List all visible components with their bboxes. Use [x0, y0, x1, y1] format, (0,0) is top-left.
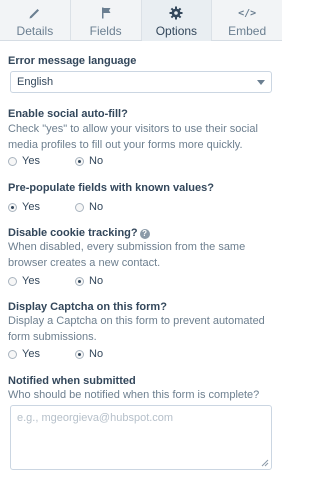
language-select[interactable]: English: [10, 71, 272, 93]
prepopulate-yes[interactable]: Yes: [8, 201, 75, 213]
radio-no[interactable]: [75, 156, 84, 166]
resize-handle-icon[interactable]: [261, 459, 269, 467]
radio-no-label: No: [89, 155, 104, 167]
cookie-tracking-yes[interactable]: Yes: [8, 275, 75, 287]
error-language-title: Error message language: [8, 55, 137, 67]
cookie-tracking-no[interactable]: No: [75, 275, 103, 287]
captcha-no[interactable]: No: [75, 348, 103, 360]
radio-yes[interactable]: [8, 202, 17, 212]
tab-embed-label: Embed: [228, 24, 267, 38]
cookie-tracking-title-row: Disable cookie tracking??: [8, 226, 150, 240]
flag-icon: [99, 5, 113, 21]
tab-fields-label: Fields: [89, 24, 122, 38]
captcha-options: Yes No: [8, 347, 103, 361]
cookie-tracking-options: Yes No: [8, 274, 103, 288]
tab-embed[interactable]: </> Embed: [212, 0, 282, 40]
chevron-down-icon: [257, 80, 265, 85]
social-autofill-description: Check "yes" to allow your visitors to us…: [8, 123, 258, 151]
notified-title: Notified when submitted: [8, 375, 136, 387]
tab-details[interactable]: Details: [0, 0, 71, 40]
captcha-yes[interactable]: Yes: [8, 348, 75, 360]
social-autofill-yes[interactable]: Yes: [8, 155, 75, 167]
radio-yes-label: Yes: [22, 275, 40, 287]
radio-no-label: No: [89, 348, 104, 360]
prepopulate-options: Yes No: [8, 200, 103, 214]
tab-bar: Details Fields Options </> Embed: [0, 0, 282, 41]
cookie-tracking-title: Disable cookie tracking?: [8, 227, 138, 239]
tab-options-label: Options: [155, 24, 198, 38]
radio-no[interactable]: [75, 276, 84, 286]
tab-details-label: Details: [16, 24, 54, 38]
radio-yes[interactable]: [8, 276, 17, 286]
notify-email-placeholder: e.g., mgeorgieva@hubspot.com: [17, 412, 174, 424]
social-autofill-options: Yes No: [8, 154, 103, 168]
radio-yes-label: Yes: [22, 348, 40, 360]
pencil-icon: [28, 5, 42, 21]
language-select-value: English: [17, 76, 54, 88]
notify-email-textarea[interactable]: e.g., mgeorgieva@hubspot.com: [10, 405, 272, 470]
gear-icon: [169, 5, 183, 21]
social-autofill-title: Enable social auto-fill?: [8, 108, 128, 120]
radio-no[interactable]: [75, 202, 84, 212]
code-icon-glyph: </>: [238, 7, 257, 19]
prepopulate-title: Pre-populate fields with known values?: [8, 182, 214, 194]
radio-no-label: No: [89, 275, 104, 287]
tab-fields[interactable]: Fields: [70, 0, 142, 40]
cookie-tracking-description: When disabled, every submission from the…: [8, 241, 246, 269]
radio-yes-label: Yes: [22, 155, 40, 167]
radio-no-label: No: [89, 201, 104, 213]
radio-yes-label: Yes: [22, 201, 40, 213]
prepopulate-no[interactable]: No: [75, 201, 103, 213]
radio-yes[interactable]: [8, 349, 17, 359]
radio-no[interactable]: [75, 349, 84, 359]
radio-yes[interactable]: [8, 156, 17, 166]
tab-options[interactable]: Options: [141, 0, 213, 41]
notified-description: Who should be notified when this form is…: [8, 389, 260, 401]
code-icon: </>: [238, 5, 256, 21]
social-autofill-no[interactable]: No: [75, 155, 103, 167]
captcha-title: Display Captcha on this form?: [8, 301, 167, 313]
help-icon[interactable]: ?: [139, 229, 150, 239]
captcha-description: Display a Captcha on this form to preven…: [8, 315, 265, 343]
